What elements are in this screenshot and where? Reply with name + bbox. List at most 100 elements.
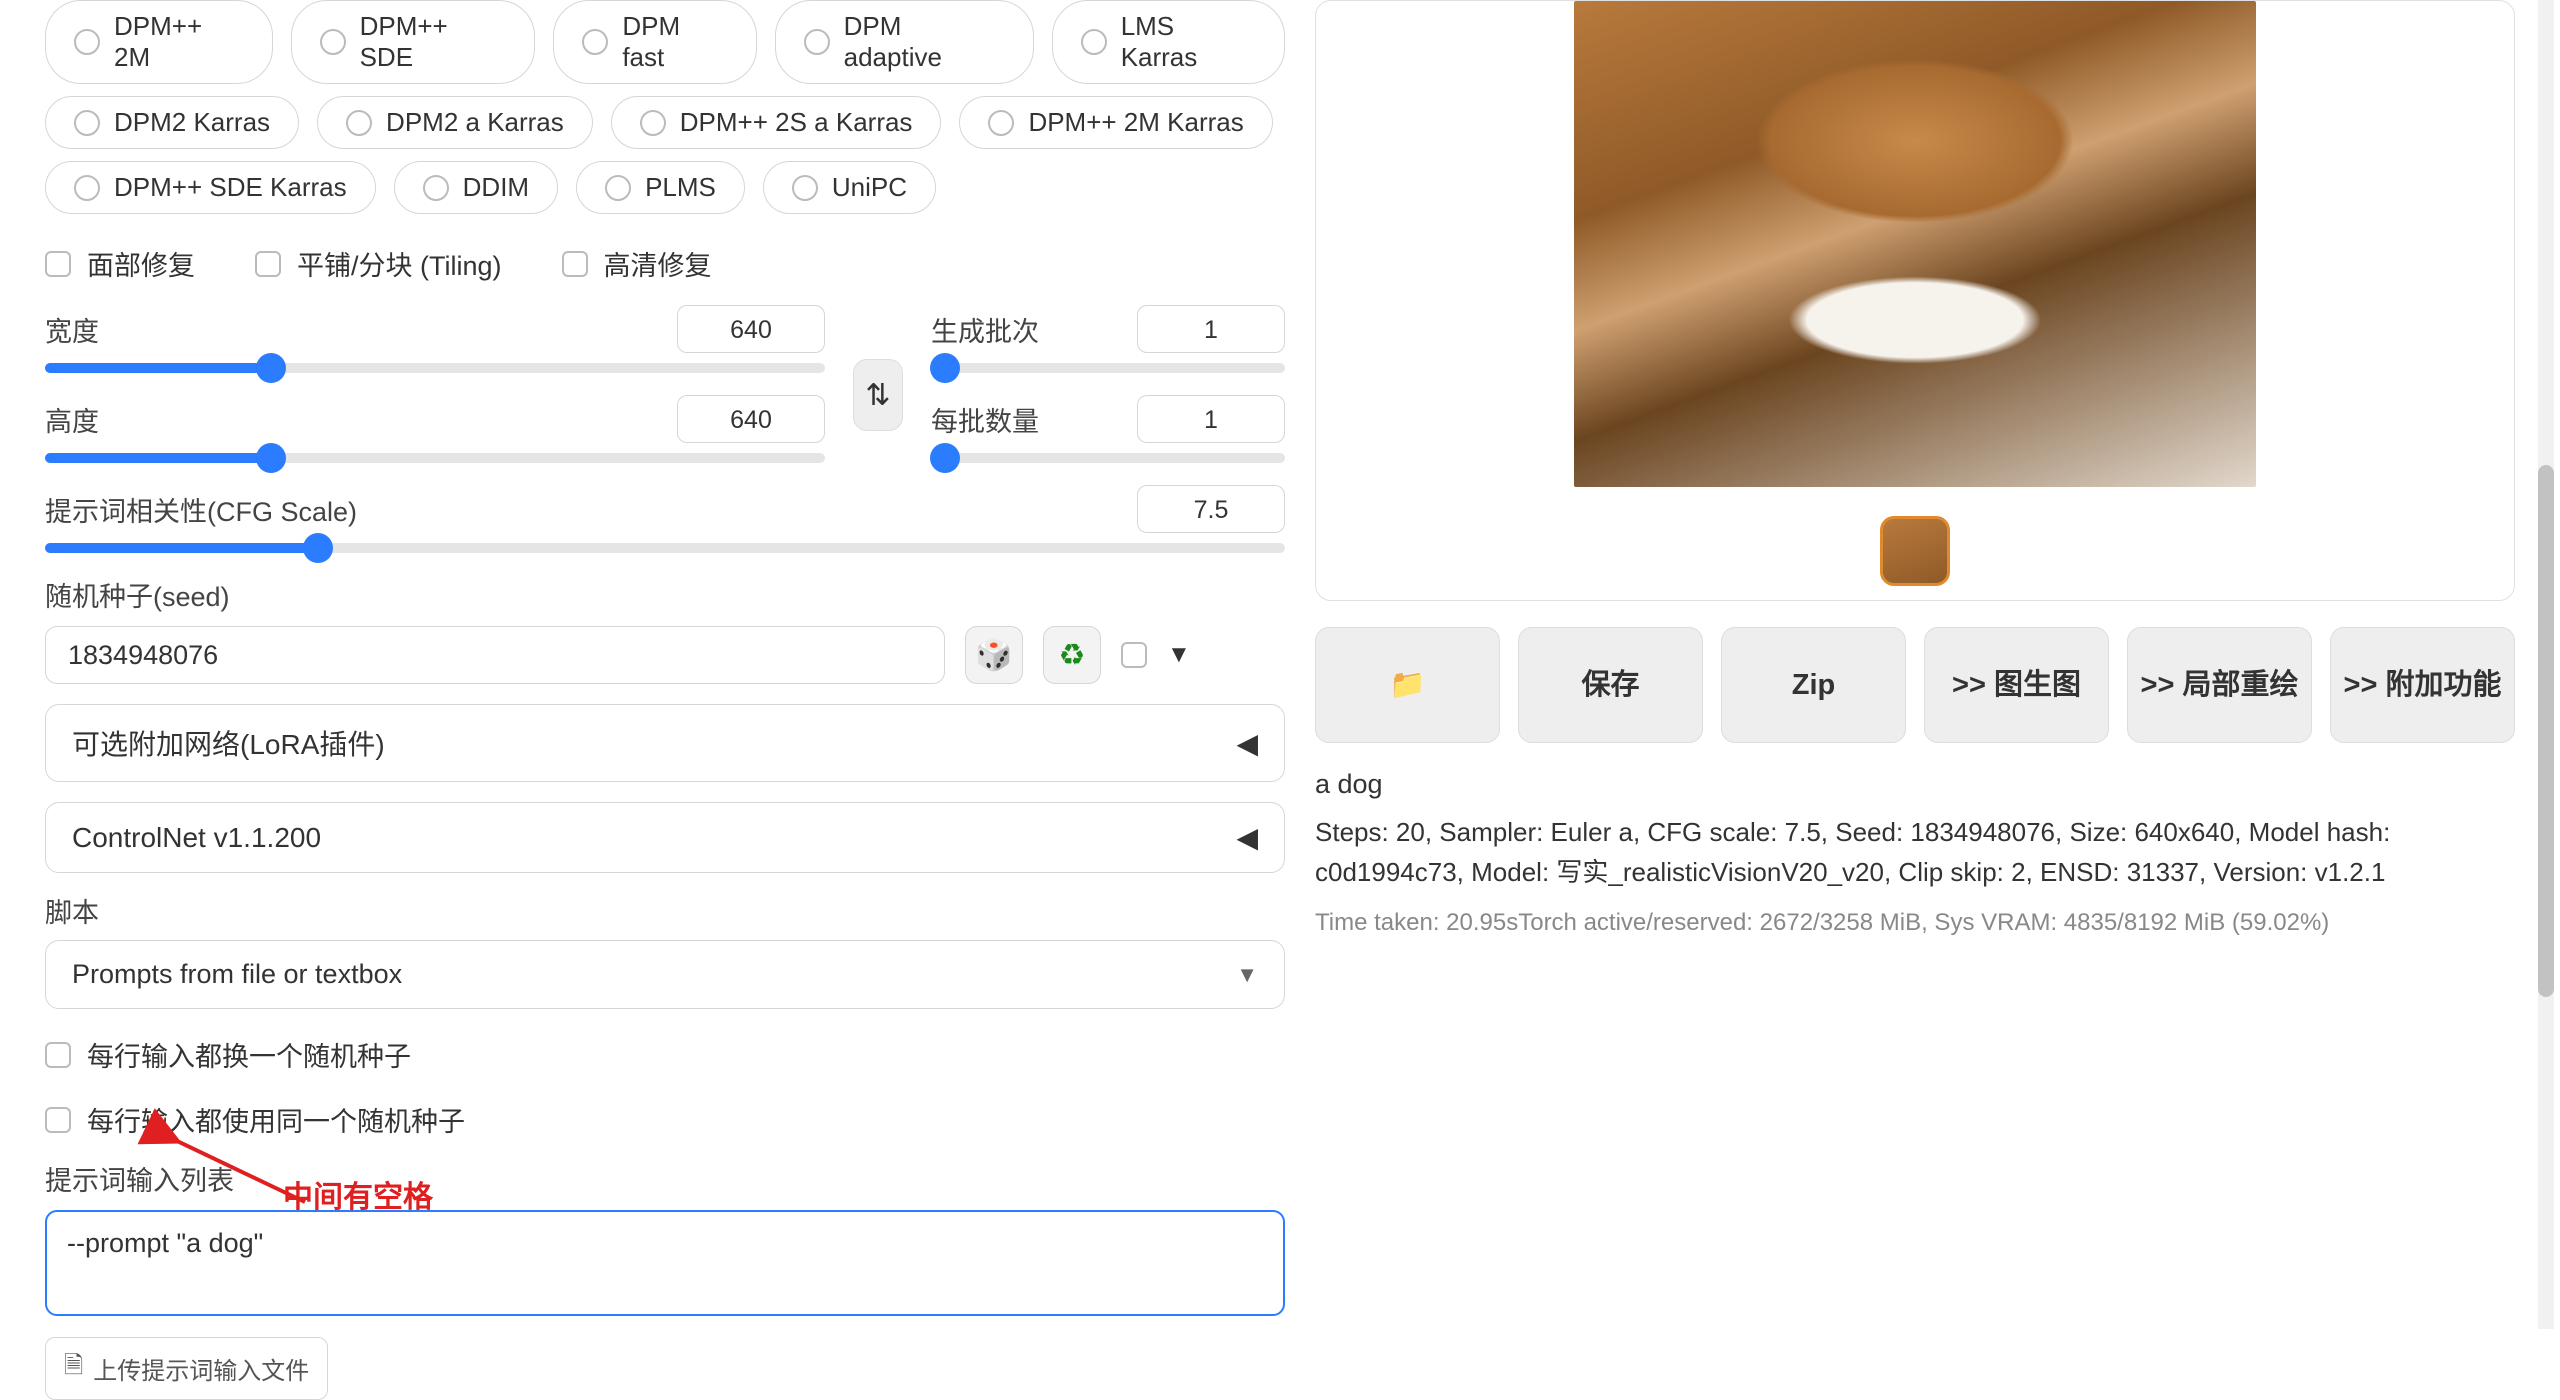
swap-icon: ⇅ (865, 378, 890, 413)
sampler-label: DPM fast (622, 11, 727, 73)
generated-image[interactable] (1574, 1, 2256, 487)
sampler-plms[interactable]: PLMS (576, 161, 745, 214)
sampler-dpm2-karras[interactable]: DPM2 Karras (45, 96, 299, 149)
zip-button[interactable]: Zip (1721, 627, 1906, 743)
same-seed-checkbox[interactable]: 每行输入都使用同一个随机种子 (45, 1100, 1285, 1139)
batch-count-input[interactable]: 1 (1137, 305, 1285, 353)
seed-input[interactable] (45, 626, 945, 684)
cfg-slider[interactable] (45, 543, 1285, 553)
slider-thumb-icon[interactable] (256, 443, 286, 473)
scrollbar-thumb[interactable] (2538, 465, 2554, 997)
face-restore-checkbox[interactable]: 面部修复 (45, 244, 195, 283)
height-slider[interactable] (45, 453, 825, 463)
output-parameters-text: Steps: 20, Sampler: Euler a, CFG scale: … (1315, 812, 2515, 893)
radio-icon (320, 29, 346, 55)
save-button[interactable]: 保存 (1518, 627, 1703, 743)
swap-dimensions-button[interactable]: ⇅ (853, 359, 903, 431)
sampler-dpmpp-2sa-karras[interactable]: DPM++ 2S a Karras (611, 96, 942, 149)
chevron-down-icon: ▼ (1236, 962, 1258, 988)
send-to-img2img-button[interactable]: >> 图生图 (1924, 627, 2109, 743)
checkbox-label: 每行输入都使用同一个随机种子 (87, 1100, 465, 1139)
cfg-scale-input[interactable]: 7.5 (1137, 485, 1285, 533)
slider-thumb-icon[interactable] (303, 533, 333, 563)
radio-icon (988, 110, 1014, 136)
checkbox-label: 平铺/分块 (Tiling) (297, 244, 502, 283)
sampler-dpmpp-sde[interactable]: DPM++ SDE (291, 0, 536, 84)
sampler-label: DPM++ 2M (114, 11, 244, 73)
width-label: 宽度 (45, 310, 99, 349)
sampler-dpm2a-karras[interactable]: DPM2 a Karras (317, 96, 593, 149)
upload-label: 上传提示词输入文件 (93, 1351, 309, 1386)
height-label: 高度 (45, 400, 99, 439)
radio-icon (640, 110, 666, 136)
sampler-dpm-adaptive[interactable]: DPM adaptive (775, 0, 1034, 84)
height-value-input[interactable]: 640 (677, 395, 825, 443)
radio-icon (582, 29, 608, 55)
lora-accordion[interactable]: 可选附加网络(LoRA插件) ◀ (45, 704, 1285, 782)
folder-icon: 📁 (1389, 667, 1425, 703)
open-folder-button[interactable]: 📁 (1315, 627, 1500, 743)
sampler-unipc[interactable]: UniPC (763, 161, 936, 214)
send-to-extras-button[interactable]: >> 附加功能 (2330, 627, 2515, 743)
sampler-label: DPM++ SDE Karras (114, 172, 347, 203)
radio-icon (792, 175, 818, 201)
hires-fix-checkbox[interactable]: 高清修复 (562, 244, 712, 283)
sampler-label: DPM adaptive (844, 11, 1005, 73)
script-dropdown[interactable]: Prompts from file or textbox ▼ (45, 940, 1285, 1009)
sampler-ddim[interactable]: DDIM (394, 161, 558, 214)
sampler-lms-karras[interactable]: LMS Karras (1052, 0, 1285, 84)
output-prompt-text: a dog (1315, 769, 2515, 800)
slider-thumb-icon[interactable] (930, 353, 960, 383)
sampler-options: DPM++ 2M DPM++ SDE DPM fast DPM adaptive… (45, 0, 1285, 214)
sampler-label: DPM2 Karras (114, 107, 270, 138)
tiling-checkbox[interactable]: 平铺/分块 (Tiling) (255, 244, 502, 283)
prompt-list-textarea[interactable] (45, 1210, 1285, 1316)
sampler-dpm-fast[interactable]: DPM fast (553, 0, 756, 84)
width-slider[interactable] (45, 363, 825, 373)
seed-label: 随机种子(seed) (45, 575, 1285, 614)
random-seed-button[interactable]: 🎲 (965, 626, 1023, 684)
thumbnail[interactable] (1880, 516, 1950, 586)
batch-size-input[interactable]: 1 (1137, 395, 1285, 443)
accordion-title: 可选附加网络(LoRA插件) (72, 723, 385, 763)
controlnet-accordion[interactable]: ControlNet v1.1.200 ◀ (45, 802, 1285, 873)
seed-extra-checkbox[interactable] (1121, 642, 1147, 668)
slider-thumb-icon[interactable] (256, 353, 286, 383)
prompt-list-label: 提示词输入列表 (45, 1159, 1285, 1198)
radio-icon (804, 29, 830, 55)
reuse-seed-button[interactable]: ♻ (1043, 626, 1101, 684)
send-to-inpaint-button[interactable]: >> 局部重绘 (2127, 627, 2312, 743)
radio-icon (346, 110, 372, 136)
batch-size-label: 每批数量 (931, 400, 1039, 439)
file-icon: 🗎 (64, 1348, 83, 1389)
upload-prompt-file-button[interactable]: 🗎 上传提示词输入文件 (45, 1337, 328, 1400)
seed-expand-toggle[interactable]: ▼ (1167, 641, 1191, 669)
radio-icon (423, 175, 449, 201)
recycle-icon: ♻ (1059, 638, 1086, 673)
accordion-title: ControlNet v1.1.200 (72, 822, 321, 854)
batch-count-label: 生成批次 (931, 310, 1039, 349)
checkbox-icon (562, 251, 588, 277)
sampler-dpmpp-2m[interactable]: DPM++ 2M (45, 0, 273, 84)
triangle-left-icon: ◀ (1236, 821, 1258, 854)
radio-icon (74, 110, 100, 136)
sampler-label: DPM2 a Karras (386, 107, 564, 138)
batch-size-slider[interactable] (931, 453, 1285, 463)
batch-count-slider[interactable] (931, 363, 1285, 373)
checkbox-icon (45, 251, 71, 277)
output-preview-card (1315, 0, 2515, 601)
page-scrollbar[interactable] (2538, 0, 2554, 1329)
radio-icon (1081, 29, 1107, 55)
sampler-dpmpp-2m-karras[interactable]: DPM++ 2M Karras (959, 96, 1272, 149)
sampler-dpmpp-sde-karras[interactable]: DPM++ SDE Karras (45, 161, 376, 214)
slider-thumb-icon[interactable] (930, 443, 960, 473)
checkbox-label: 高清修复 (604, 244, 712, 283)
dice-icon: 🎲 (975, 638, 1012, 673)
radio-icon (605, 175, 631, 201)
checkbox-icon (45, 1107, 71, 1133)
dropdown-value: Prompts from file or textbox (72, 959, 402, 990)
sampler-label: DPM++ SDE (360, 11, 507, 73)
width-value-input[interactable]: 640 (677, 305, 825, 353)
sampler-label: PLMS (645, 172, 716, 203)
iterate-seed-checkbox[interactable]: 每行输入都换一个随机种子 (45, 1035, 1285, 1074)
